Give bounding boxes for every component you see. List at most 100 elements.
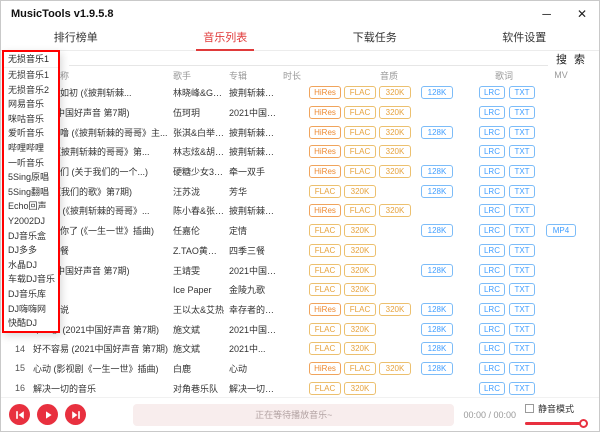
- play-button[interactable]: [37, 404, 58, 425]
- quality-button-hires[interactable]: HiRes: [309, 165, 341, 178]
- next-track-button[interactable]: [65, 404, 86, 425]
- quality-button-flac[interactable]: FLAC: [309, 185, 341, 198]
- source-option[interactable]: 无损音乐2: [4, 83, 58, 98]
- quality-button-128k[interactable]: 128K: [421, 362, 453, 375]
- source-option[interactable]: Echo回声: [4, 199, 58, 214]
- quality-button-128k[interactable]: 128K: [421, 303, 453, 316]
- search-button[interactable]: 搜 索: [556, 51, 587, 67]
- lyrics-button-lrc[interactable]: LRC: [479, 342, 505, 355]
- quality-button-320k[interactable]: 320K: [344, 264, 376, 277]
- quality-button-320k[interactable]: 320K: [379, 86, 411, 99]
- source-option[interactable]: DJ嗨嗨网: [4, 302, 58, 317]
- quality-button-320k[interactable]: 320K: [344, 244, 376, 257]
- quality-button-flac[interactable]: FLAC: [309, 382, 341, 395]
- lyrics-button-lrc[interactable]: LRC: [479, 382, 505, 395]
- lyrics-button-txt[interactable]: TXT: [509, 224, 535, 237]
- quality-button-flac[interactable]: FLAC: [309, 323, 341, 336]
- lyrics-button-lrc[interactable]: LRC: [479, 224, 505, 237]
- source-option[interactable]: 无损音乐1: [4, 68, 58, 83]
- lyrics-button-txt[interactable]: TXT: [509, 185, 535, 198]
- tab-1[interactable]: 排行榜单: [1, 27, 151, 50]
- quality-button-320k[interactable]: 320K: [344, 382, 376, 395]
- source-option[interactable]: 咪咕音乐: [4, 112, 58, 127]
- quality-button-flac[interactable]: FLAC: [344, 204, 376, 217]
- close-button[interactable]: ✕: [577, 7, 587, 21]
- source-option[interactable]: 网易音乐: [4, 97, 58, 112]
- quality-button-hires[interactable]: HiRes: [309, 126, 341, 139]
- search-input[interactable]: [69, 52, 548, 66]
- lyrics-button-txt[interactable]: TXT: [509, 362, 535, 375]
- lyrics-button-txt[interactable]: TXT: [509, 283, 535, 296]
- quality-button-flac[interactable]: FLAC: [309, 264, 341, 277]
- quality-button-flac[interactable]: FLAC: [344, 362, 376, 375]
- lyrics-button-txt[interactable]: TXT: [509, 106, 535, 119]
- lyrics-button-lrc[interactable]: LRC: [479, 244, 505, 257]
- quality-button-320k[interactable]: 320K: [379, 106, 411, 119]
- quality-button-flac[interactable]: FLAC: [309, 283, 341, 296]
- lyrics-button-lrc[interactable]: LRC: [479, 323, 505, 336]
- quality-button-hires[interactable]: HiRes: [309, 362, 341, 375]
- lyrics-button-lrc[interactable]: LRC: [479, 165, 505, 178]
- previous-track-button[interactable]: [9, 404, 30, 425]
- source-option[interactable]: DJ音乐库: [4, 287, 58, 302]
- source-option[interactable]: 快酷DJ: [4, 316, 58, 331]
- quality-button-hires[interactable]: HiRes: [309, 106, 341, 119]
- source-option[interactable]: 车载DJ音乐: [4, 272, 58, 287]
- quality-button-320k[interactable]: 320K: [344, 283, 376, 296]
- source-option[interactable]: 5Sing翻唱: [4, 185, 58, 200]
- quality-button-flac[interactable]: FLAC: [344, 165, 376, 178]
- source-option[interactable]: DJ多多: [4, 243, 58, 258]
- quality-button-flac[interactable]: FLAC: [309, 224, 341, 237]
- source-option[interactable]: 一听音乐: [4, 156, 58, 171]
- mv-button-mp4[interactable]: MP4: [546, 224, 576, 237]
- quality-button-128k[interactable]: 128K: [421, 264, 453, 277]
- lyrics-button-txt[interactable]: TXT: [509, 126, 535, 139]
- lyrics-button-txt[interactable]: TXT: [509, 204, 535, 217]
- quality-button-flac[interactable]: FLAC: [309, 244, 341, 257]
- lyrics-button-txt[interactable]: TXT: [509, 264, 535, 277]
- lyrics-button-lrc[interactable]: LRC: [479, 106, 505, 119]
- quality-button-flac[interactable]: FLAC: [344, 145, 376, 158]
- minimize-button[interactable]: ─: [542, 7, 551, 21]
- playback-progress-bar[interactable]: 正在等待播放音乐~: [133, 404, 454, 426]
- lyrics-button-txt[interactable]: TXT: [509, 323, 535, 336]
- source-option[interactable]: 水晶DJ: [4, 258, 58, 273]
- quality-button-320k[interactable]: 320K: [379, 204, 411, 217]
- volume-slider[interactable]: [525, 419, 587, 428]
- quality-button-320k[interactable]: 320K: [379, 303, 411, 316]
- quality-button-flac[interactable]: FLAC: [344, 86, 376, 99]
- volume-thumb[interactable]: [579, 419, 588, 428]
- quality-button-hires[interactable]: HiRes: [309, 204, 341, 217]
- quality-button-128k[interactable]: 128K: [421, 126, 453, 139]
- quality-button-320k[interactable]: 320K: [379, 145, 411, 158]
- quality-button-hires[interactable]: HiRes: [309, 303, 341, 316]
- source-option[interactable]: DJ音乐盒: [4, 229, 58, 244]
- quality-button-128k[interactable]: 128K: [421, 323, 453, 336]
- quality-button-128k[interactable]: 128K: [421, 342, 453, 355]
- quality-button-320k[interactable]: 320K: [344, 323, 376, 336]
- lyrics-button-lrc[interactable]: LRC: [479, 145, 505, 158]
- tab-3[interactable]: 下载任务: [300, 27, 450, 50]
- quality-button-128k[interactable]: 128K: [421, 224, 453, 237]
- source-select[interactable]: 无损音乐1: [4, 52, 58, 68]
- quality-button-flac[interactable]: FLAC: [309, 342, 341, 355]
- quality-button-128k[interactable]: 128K: [421, 165, 453, 178]
- quality-button-flac[interactable]: FLAC: [344, 126, 376, 139]
- lyrics-button-lrc[interactable]: LRC: [479, 86, 505, 99]
- lyrics-button-lrc[interactable]: LRC: [479, 185, 505, 198]
- quality-button-128k[interactable]: 128K: [421, 86, 453, 99]
- mute-checkbox[interactable]: [525, 404, 534, 413]
- lyrics-button-txt[interactable]: TXT: [509, 86, 535, 99]
- lyrics-button-lrc[interactable]: LRC: [479, 283, 505, 296]
- lyrics-button-txt[interactable]: TXT: [509, 145, 535, 158]
- lyrics-button-lrc[interactable]: LRC: [479, 264, 505, 277]
- quality-button-320k[interactable]: 320K: [344, 185, 376, 198]
- source-option[interactable]: 5Sing原唱: [4, 170, 58, 185]
- source-option[interactable]: 哔哩哔哩: [4, 141, 58, 156]
- quality-button-hires[interactable]: HiRes: [309, 86, 341, 99]
- lyrics-button-lrc[interactable]: LRC: [479, 362, 505, 375]
- lyrics-button-lrc[interactable]: LRC: [479, 204, 505, 217]
- source-option[interactable]: 爱听音乐: [4, 126, 58, 141]
- quality-button-320k[interactable]: 320K: [379, 126, 411, 139]
- lyrics-button-txt[interactable]: TXT: [509, 342, 535, 355]
